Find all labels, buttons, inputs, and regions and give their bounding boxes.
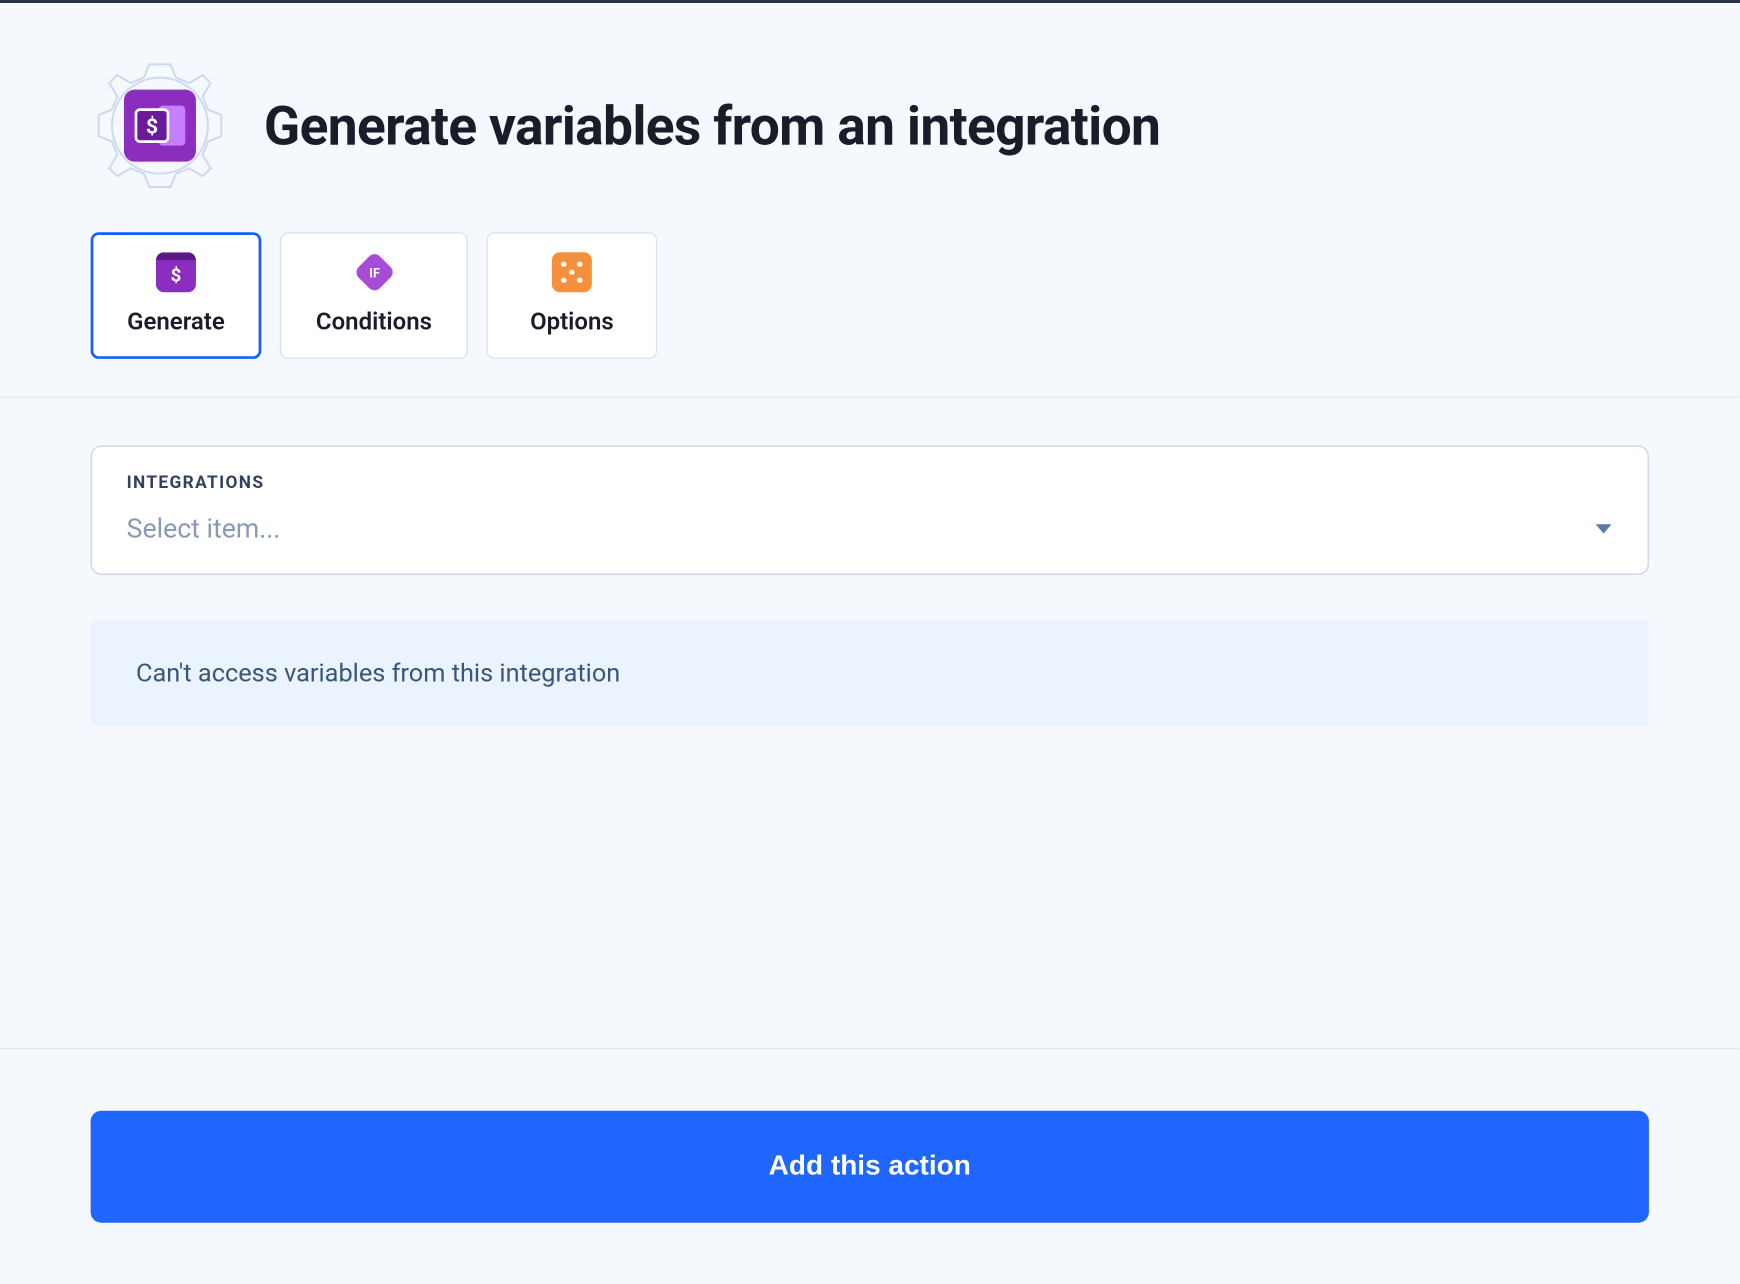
tab-label: Generate — [127, 308, 225, 336]
tab-label: Options — [530, 308, 614, 336]
info-message: Can't access variables from this integra… — [136, 658, 620, 689]
integration-badge-icon: $ — [124, 90, 196, 162]
tab-conditions[interactable]: IF Conditions — [280, 232, 468, 359]
tab-label: Conditions — [316, 308, 432, 336]
integrations-label: INTEGRATIONS — [127, 474, 1613, 494]
svg-text:IF: IF — [369, 266, 380, 281]
tab-generate[interactable]: Generate — [91, 232, 262, 359]
footer-section: Add this action — [0, 1049, 1740, 1284]
tabs-row: Generate IF Conditions Options — [91, 232, 1649, 359]
header-section: $ Generate variables from an integration… — [0, 3, 1740, 396]
info-banner: Can't access variables from this integra… — [91, 620, 1649, 725]
add-this-action-button[interactable]: Add this action — [91, 1111, 1649, 1223]
conditions-icon: IF — [354, 252, 394, 292]
select-row: Select item... — [127, 512, 1613, 544]
title-row: $ Generate variables from an integration — [91, 56, 1649, 195]
action-gear-icon: $ — [91, 56, 230, 195]
content-section: INTEGRATIONS Select item... Can't access… — [0, 398, 1740, 1049]
page-title: Generate variables from an integration — [264, 94, 1160, 157]
select-placeholder: Select item... — [127, 512, 281, 544]
generate-icon — [156, 252, 196, 292]
chevron-down-icon — [1594, 516, 1613, 541]
options-icon — [552, 252, 592, 292]
integrations-select[interactable]: INTEGRATIONS Select item... — [91, 446, 1649, 575]
tab-options[interactable]: Options — [487, 232, 658, 359]
